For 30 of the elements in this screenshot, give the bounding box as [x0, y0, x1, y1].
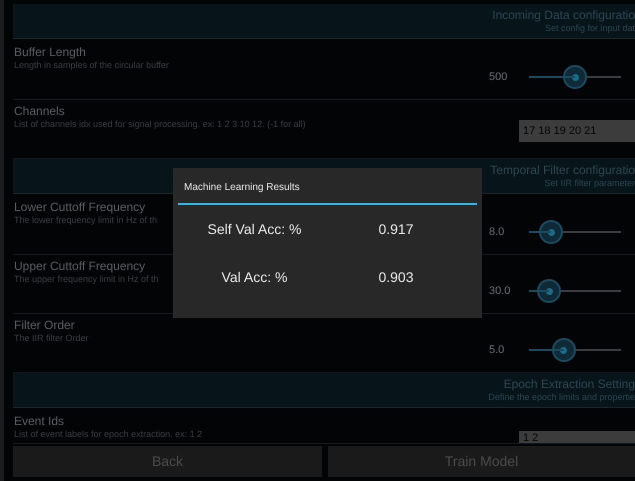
result-value: 0.903	[377, 268, 415, 286]
slider[interactable]	[529, 220, 621, 244]
slider-value: 5.0	[489, 342, 506, 358]
setting-description: The upper frequency limit in Hz of th	[14, 273, 159, 285]
slider[interactable]	[529, 279, 621, 303]
setting-description: The lower frequency limit in Hz of th	[14, 214, 158, 226]
slider[interactable]	[529, 65, 621, 89]
setting-description: List of event labels for epoch extraction. ex: 1 2	[14, 428, 202, 440]
setting-label: Lower Cuttoff Frequency	[14, 200, 146, 214]
slider-thumb[interactable]	[539, 220, 564, 244]
slider-value: 30.0	[489, 284, 512, 299]
setting-description: The IIR filter Order	[14, 332, 89, 344]
setting-label: Upper Cuttoff Frequency	[14, 259, 146, 273]
setting-label: Buffer Length	[14, 45, 86, 59]
text-field[interactable]: 17 18 19 20 21	[519, 120, 635, 142]
slider-value: 8.0	[489, 224, 506, 240]
slider-thumb[interactable]	[552, 338, 576, 362]
setting-label: Filter Order	[14, 318, 75, 332]
setting-description: Length in samples of the circular buffer	[14, 59, 169, 71]
result-label: Self Val Acc: %	[206, 220, 302, 238]
slider-value: 500	[489, 70, 508, 85]
slider-thumb[interactable]	[563, 65, 587, 89]
setting-label: Channels	[14, 104, 65, 118]
dialog-title: Machine Learning Results	[183, 181, 301, 195]
setting-description: List of channels idx used for signal processing. ex: 1 2 3 10 12. (-1 for all)	[14, 118, 306, 130]
slider[interactable]	[529, 338, 621, 362]
setting-label: Event Ids	[14, 414, 64, 428]
result-label: Val Acc: %	[220, 268, 288, 286]
result-value: 0.917	[377, 220, 415, 238]
slider-thumb[interactable]	[537, 279, 562, 303]
